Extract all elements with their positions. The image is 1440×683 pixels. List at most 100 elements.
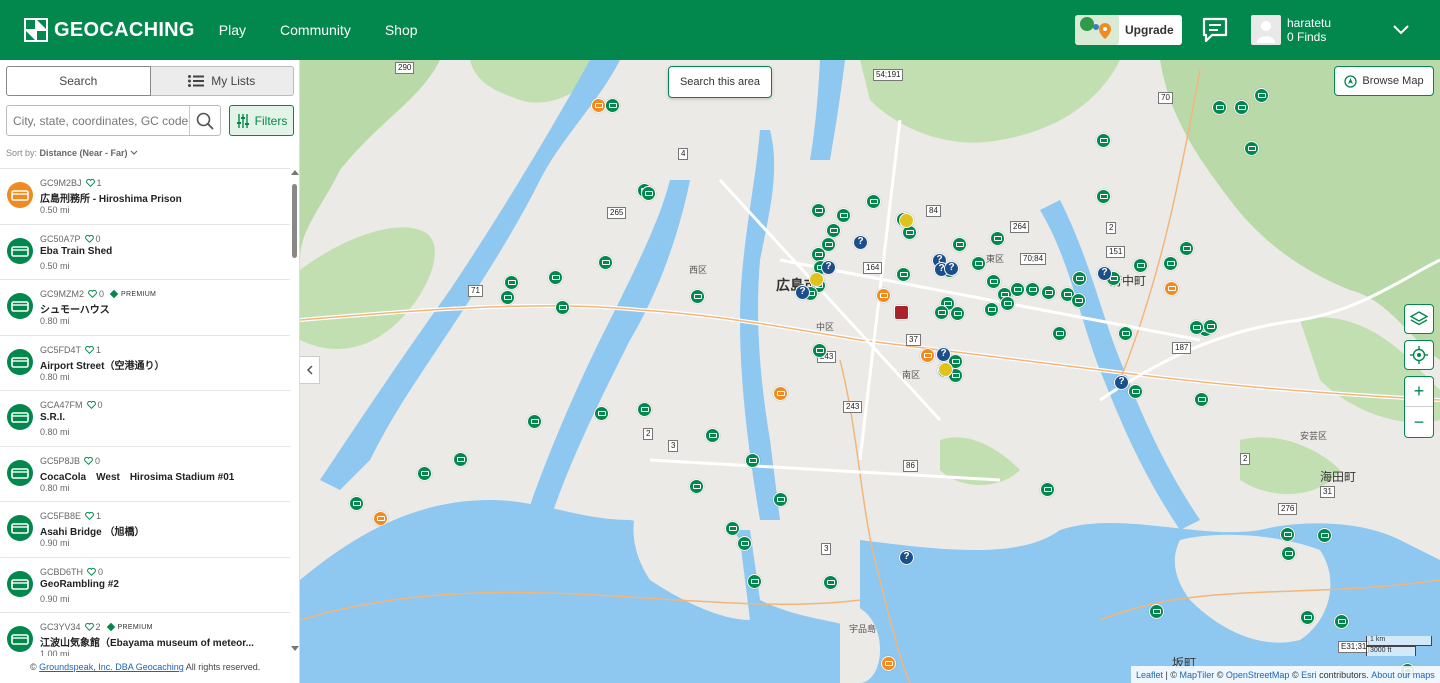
traditional-cache-pin[interactable]	[952, 237, 967, 252]
list-item[interactable]: GC9MZM2 0 PREMIUM シュモーハウス 0.80 mi	[0, 280, 290, 336]
mystery-cache-pin[interactable]: ?	[853, 235, 868, 250]
geocaching-logo[interactable]: GEOCACHING	[24, 18, 195, 42]
traditional-cache-pin[interactable]	[453, 452, 468, 467]
traditional-cache-pin[interactable]	[950, 306, 965, 321]
traditional-cache-pin[interactable]	[1254, 88, 1269, 103]
traditional-cache-pin[interactable]	[1118, 326, 1133, 341]
upgrade-button[interactable]: Upgrade	[1075, 15, 1182, 45]
traditional-cache-pin[interactable]	[773, 492, 788, 507]
traditional-cache-pin[interactable]	[1189, 320, 1204, 335]
traditional-cache-pin[interactable]	[1194, 392, 1209, 407]
traditional-cache-pin[interactable]	[986, 274, 1001, 289]
list-item[interactable]: GC5FB8E 1 Asahi Bridge （旭橋） 0.90 mi	[0, 502, 290, 558]
esri-link[interactable]: Esri	[1301, 670, 1317, 680]
chevron-down-icon[interactable]	[1392, 22, 1410, 38]
search-this-area-button[interactable]: Search this area	[668, 66, 772, 98]
traditional-cache-pin[interactable]	[598, 255, 613, 270]
traditional-cache-pin[interactable]	[1133, 258, 1148, 273]
zoom-out-button[interactable]: −	[1405, 407, 1433, 437]
scrollbar[interactable]	[290, 168, 300, 656]
traditional-cache-pin[interactable]	[836, 208, 851, 223]
traditional-cache-pin[interactable]	[1234, 100, 1249, 115]
traditional-cache-pin[interactable]	[689, 479, 704, 494]
traditional-cache-pin[interactable]	[1212, 100, 1227, 115]
traditional-cache-pin[interactable]	[1244, 141, 1259, 156]
traditional-cache-pin[interactable]	[1041, 285, 1056, 300]
layers-button[interactable]	[1404, 304, 1434, 334]
traditional-cache-pin[interactable]	[1280, 527, 1295, 542]
collapse-sidebar-button[interactable]	[300, 356, 320, 384]
mystery-cache-pin[interactable]: ?	[821, 260, 836, 275]
traditional-cache-pin[interactable]	[971, 256, 986, 271]
traditional-cache-pin[interactable]	[866, 194, 881, 209]
filters-button[interactable]: Filters	[229, 105, 294, 136]
traditional-cache-pin[interactable]	[1300, 610, 1315, 625]
traditional-cache-pin[interactable]	[1281, 546, 1296, 561]
list-item[interactable]: GC3YV34 2 PREMIUM 江波山気象館（Ebayama museum of …	[0, 613, 290, 656]
traditional-cache-pin[interactable]	[637, 402, 652, 417]
about-maps-link[interactable]: About our maps	[1371, 670, 1435, 680]
traditional-cache-pin[interactable]	[1052, 326, 1067, 341]
earthcache-pin[interactable]	[591, 98, 606, 113]
map[interactable]: 広島市 西区 中区 南区 東区 府中町 安芸区 海田町 宇品島 坂町 290 54…	[300, 60, 1440, 683]
traditional-cache-pin[interactable]	[1096, 133, 1111, 148]
zoom-in-button[interactable]: +	[1405, 377, 1433, 407]
cache-name[interactable]: Airport Street（空港通り）	[40, 357, 276, 372]
locate-button[interactable]	[1404, 340, 1434, 370]
list-item[interactable]: GC5P8JB 0 CocaCola West Hirosima Stadium #…	[0, 447, 290, 502]
earthcache-pin[interactable]	[773, 386, 788, 401]
earthcache-pin[interactable]	[876, 288, 891, 303]
traditional-cache-pin[interactable]	[504, 275, 519, 290]
traditional-cache-pin[interactable]	[990, 231, 1005, 246]
traditional-cache-pin[interactable]	[1010, 282, 1025, 297]
traditional-cache-pin[interactable]	[1317, 528, 1332, 543]
traditional-cache-pin[interactable]	[984, 302, 999, 317]
sort-by[interactable]: Sort by: Distance (Near - Far)	[6, 148, 138, 158]
cache-name[interactable]: 江波山気象館（Ebayama museum of meteor...	[40, 634, 276, 649]
avatar[interactable]	[1251, 15, 1281, 45]
earthcache-pin[interactable]	[920, 348, 935, 363]
tab-search[interactable]: Search	[6, 66, 151, 96]
list-item[interactable]: GCBD6TH 0 GeoRambling #2 0.90 mi	[0, 558, 290, 613]
traditional-cache-pin[interactable]	[594, 406, 609, 421]
list-item[interactable]: GCA47FM 0 S.R.I. 0.80 mi	[0, 391, 290, 447]
traditional-cache-pin[interactable]	[823, 575, 838, 590]
traditional-cache-pin[interactable]	[1072, 271, 1087, 286]
search-button[interactable]	[189, 106, 220, 135]
mystery-cache-pin[interactable]: ?	[944, 261, 959, 276]
cache-name[interactable]: 広島刑務所 - Hiroshima Prison	[40, 190, 276, 205]
user-info[interactable]: haratetu 0 Finds	[1287, 16, 1331, 44]
traditional-cache-pin[interactable]	[1163, 256, 1178, 271]
earthcache-pin[interactable]	[373, 511, 388, 526]
traditional-cache-pin[interactable]	[1096, 189, 1111, 204]
event-cache-pin[interactable]	[894, 305, 909, 320]
traditional-cache-pin[interactable]	[417, 466, 432, 481]
traditional-cache-pin[interactable]	[1128, 384, 1143, 399]
mystery-cache-pin[interactable]: ?	[795, 285, 810, 300]
search-input[interactable]	[7, 106, 189, 135]
cache-name[interactable]: S.R.I.	[40, 412, 276, 423]
traditional-cache-pin[interactable]	[934, 305, 949, 320]
scroll-up-arrow[interactable]	[291, 170, 299, 175]
traditional-cache-pin[interactable]	[812, 343, 827, 358]
mystery-cache-pin[interactable]: ?	[899, 550, 914, 565]
maptiler-link[interactable]: MapTiler	[1180, 670, 1215, 680]
traditional-cache-pin[interactable]	[1179, 241, 1194, 256]
traditional-cache-pin[interactable]	[747, 574, 762, 589]
traditional-cache-pin[interactable]	[725, 521, 740, 536]
traditional-cache-pin[interactable]	[1149, 604, 1164, 619]
multi-cache-pin[interactable]	[899, 213, 914, 228]
traditional-cache-pin[interactable]	[641, 186, 656, 201]
traditional-cache-pin[interactable]	[690, 289, 705, 304]
traditional-cache-pin[interactable]	[896, 267, 911, 282]
traditional-cache-pin[interactable]	[500, 290, 515, 305]
traditional-cache-pin[interactable]	[527, 414, 542, 429]
cache-name[interactable]: Asahi Bridge （旭橋）	[40, 523, 276, 538]
cache-name[interactable]: Eba Train Shed	[40, 246, 276, 257]
multi-cache-pin[interactable]	[809, 272, 824, 287]
traditional-cache-pin[interactable]	[1203, 319, 1218, 334]
nav-community[interactable]: Community	[280, 22, 351, 38]
osm-link[interactable]: OpenStreetMap	[1226, 670, 1290, 680]
list-item[interactable]: GC50A7P 0 Eba Train Shed 0.50 mi	[0, 225, 290, 280]
traditional-cache-pin[interactable]	[555, 300, 570, 315]
